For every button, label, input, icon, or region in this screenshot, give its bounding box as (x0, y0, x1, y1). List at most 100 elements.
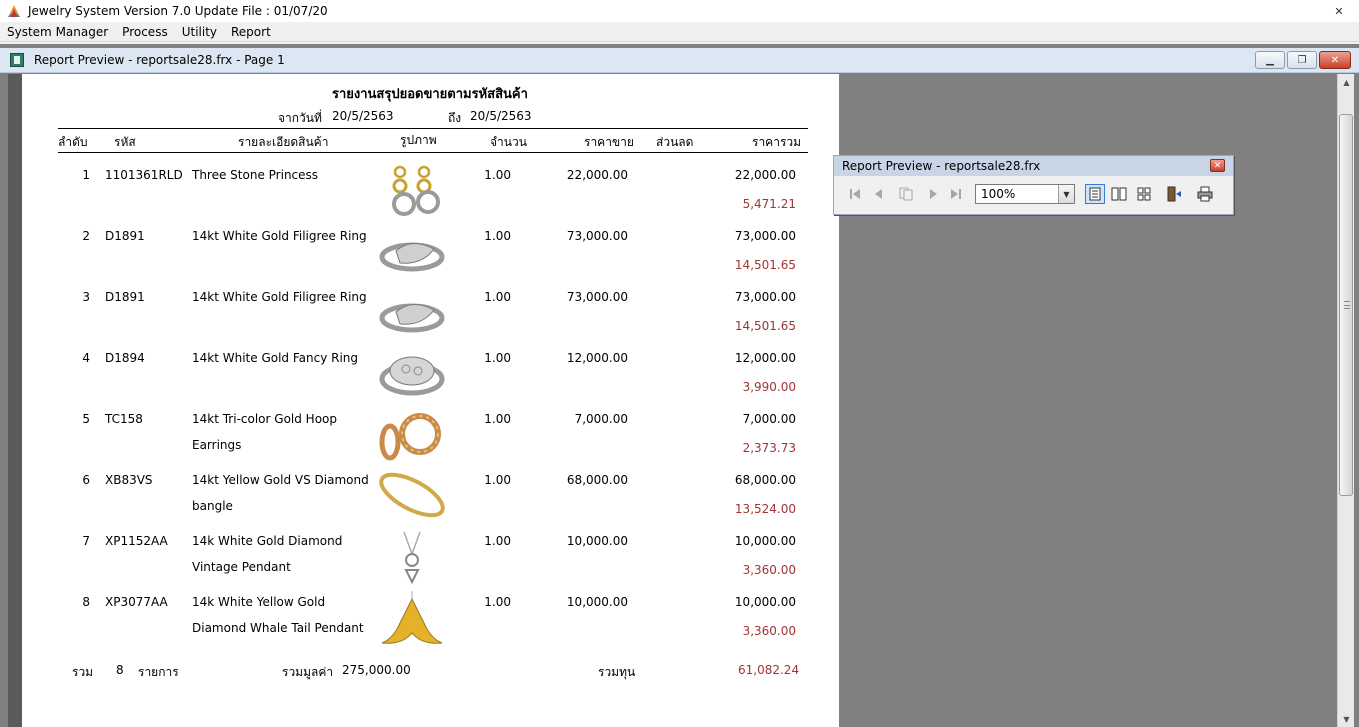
col-header-no: ลำดับ (58, 135, 88, 149)
row-no: 8 (82, 595, 90, 609)
row-code: 1101361RLD (105, 168, 183, 182)
row-cost: 5,471.21 (742, 197, 796, 211)
two-pages-icon[interactable] (1110, 185, 1128, 203)
header-rule-top (58, 128, 808, 129)
row-price: 12,000.00 (566, 351, 628, 365)
menu-system-manager[interactable]: System Manager (0, 25, 115, 39)
summary-cost-label: รวมทุน (598, 665, 636, 679)
row-total: 10,000.00 (734, 595, 796, 609)
col-header-image: รูปภาพ (400, 133, 437, 147)
row-price: 22,000.00 (566, 168, 628, 182)
four-pages-icon[interactable] (1135, 185, 1153, 203)
col-header-total: ราคารวม (752, 135, 802, 149)
row-qty: 1.00 (484, 229, 511, 243)
whale-tail-pendant-icon (376, 591, 448, 649)
row-cost: 14,501.65 (734, 258, 796, 272)
close-preview-icon[interactable] (1165, 185, 1183, 203)
scroll-up-icon[interactable]: ▲ (1338, 74, 1355, 90)
row-code: D1891 (105, 290, 145, 304)
row-price: 10,000.00 (566, 534, 628, 548)
toolbar-body: 100% ▼ (834, 176, 1233, 214)
bangle-icon (376, 469, 448, 527)
row-code: XB83VS (105, 473, 153, 487)
next-page-icon[interactable] (924, 185, 942, 203)
row-detail-line1: 14kt Tri-color Gold Hoop (192, 412, 337, 426)
ring-icon (376, 225, 448, 283)
row-qty: 1.00 (484, 534, 511, 548)
row-detail-line1: 14kt White Gold Filigree Ring (192, 229, 367, 243)
row-no: 4 (82, 351, 90, 365)
first-page-icon[interactable] (846, 185, 864, 203)
minimize-button[interactable]: ▁ (1255, 51, 1285, 69)
toolbar-close-button[interactable]: ✕ (1210, 159, 1225, 172)
col-header-code: รหัส (114, 135, 136, 149)
to-date-value: 20/5/2563 (470, 109, 532, 123)
app-logo-icon (8, 5, 20, 17)
row-no: 3 (82, 290, 90, 304)
earrings-icon (376, 164, 448, 222)
zoom-select[interactable]: 100% ▼ (975, 184, 1075, 204)
row-detail-line2: bangle (192, 499, 233, 513)
goto-page-icon[interactable] (897, 185, 915, 203)
from-date-value: 20/5/2563 (332, 109, 394, 123)
from-date-label: จากวันที่ (278, 111, 322, 125)
row-cost: 13,524.00 (734, 502, 796, 516)
toolbar-title-bar[interactable]: Report Preview - reportsale28.frx ✕ (834, 156, 1233, 176)
row-cost: 3,360.00 (742, 563, 796, 577)
row-code: D1891 (105, 229, 145, 243)
summary-count: 8 (116, 663, 124, 677)
scroll-grip-icon (1344, 301, 1350, 309)
row-no: 2 (82, 229, 90, 243)
row-detail-line1: 14kt White Gold Fancy Ring (192, 351, 359, 365)
row-code: TC158 (105, 412, 143, 426)
page-shadow (8, 74, 22, 727)
chevron-down-icon[interactable]: ▼ (1058, 185, 1074, 203)
last-page-icon[interactable] (947, 185, 965, 203)
row-cost: 3,990.00 (742, 380, 796, 394)
row-no: 7 (82, 534, 90, 548)
menu-report[interactable]: Report (224, 25, 278, 39)
row-qty: 1.00 (484, 168, 511, 182)
row-detail-line1: 14kt White Gold Filigree Ring (192, 290, 367, 304)
row-price: 73,000.00 (566, 229, 628, 243)
report-preview-window: Report Preview - reportsale28.frx - Page… (0, 44, 1359, 727)
ring-icon (376, 286, 448, 344)
hoop-earrings-icon (376, 408, 448, 466)
report-preview-toolbar: Report Preview - reportsale28.frx ✕ 100%… (833, 155, 1234, 215)
row-cost: 3,360.00 (742, 624, 796, 638)
row-detail-line2: Earrings (192, 438, 242, 452)
scroll-down-icon[interactable]: ▼ (1338, 711, 1355, 727)
restore-button[interactable]: ❐ (1287, 51, 1317, 69)
print-icon[interactable] (1196, 185, 1214, 203)
prev-page-icon[interactable] (870, 185, 888, 203)
window-controls: ▁ ❐ ✕ (1255, 51, 1351, 69)
summary-items-label: รายการ (138, 665, 179, 679)
row-no: 5 (82, 412, 90, 426)
row-total: 12,000.00 (734, 351, 796, 365)
menu-process[interactable]: Process (115, 25, 175, 39)
toolbar-title: Report Preview - reportsale28.frx (842, 159, 1041, 173)
close-button[interactable]: ✕ (1319, 51, 1351, 69)
scroll-thumb[interactable] (1339, 114, 1353, 496)
row-qty: 1.00 (484, 595, 511, 609)
zoom-value: 100% (981, 187, 1016, 201)
row-cost: 2,373.73 (742, 441, 796, 455)
row-detail-line1: Three Stone Princess (192, 168, 319, 182)
row-total: 73,000.00 (734, 290, 796, 304)
menu-utility[interactable]: Utility (175, 25, 224, 39)
fancy-ring-icon (376, 347, 448, 405)
report-preview-title-bar: Report Preview - reportsale28.frx - Page… (0, 48, 1359, 73)
row-detail-line1: 14k White Yellow Gold (192, 595, 326, 609)
one-page-icon[interactable] (1085, 184, 1105, 204)
vertical-scrollbar[interactable]: ▲ ▼ (1337, 74, 1354, 727)
app-close-button[interactable]: ✕ (1329, 3, 1349, 19)
row-total: 7,000.00 (742, 412, 796, 426)
row-detail-line1: 14k White Gold Diamond (192, 534, 343, 548)
row-detail-line2: Diamond Whale Tail Pendant (192, 621, 364, 635)
pendant-icon (376, 530, 448, 588)
row-qty: 1.00 (484, 473, 511, 487)
summary-value: 275,000.00 (342, 663, 411, 677)
row-no: 6 (82, 473, 90, 487)
row-detail-line1: 14kt Yellow Gold VS Diamond (192, 473, 369, 487)
col-header-qty: จำนวน (490, 135, 527, 149)
